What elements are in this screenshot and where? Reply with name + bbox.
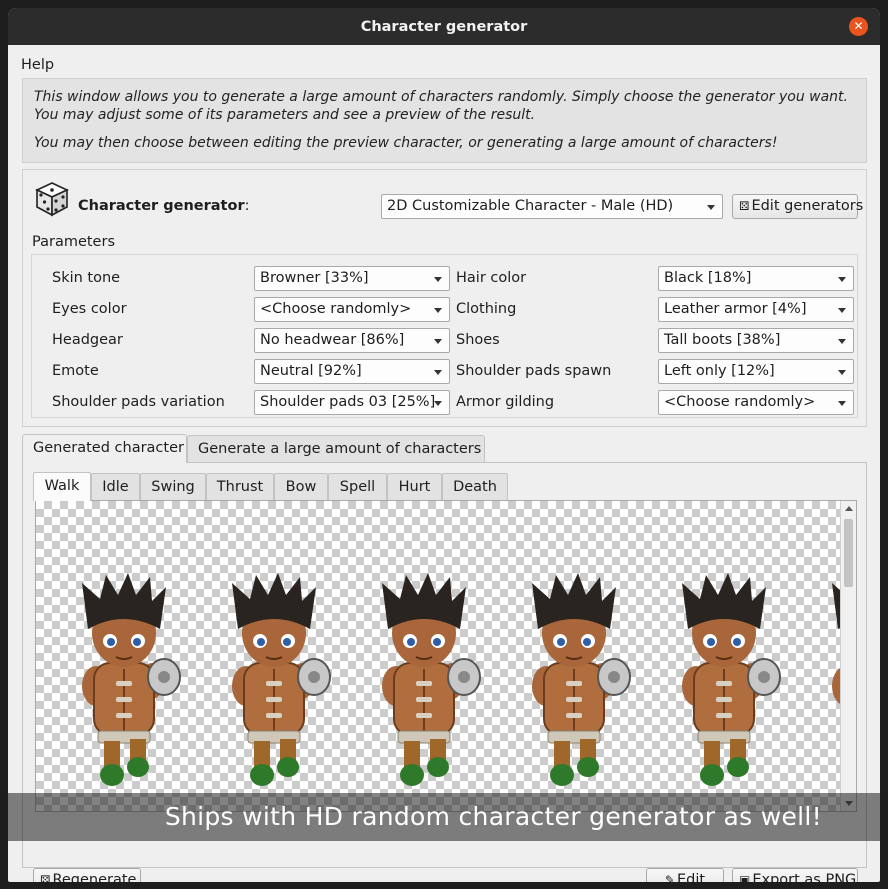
parameters-title: Parameters: [32, 234, 115, 250]
param-select[interactable]: Left only [12%]: [658, 359, 854, 384]
generator-select[interactable]: 2D Customizable Character - Male (HD): [381, 194, 723, 219]
promo-caption: Ships with HD random character generator…: [0, 793, 888, 841]
tab-hurt[interactable]: Hurt: [387, 473, 442, 500]
dice-icon: ⚄: [739, 199, 750, 213]
param-select[interactable]: Leather armor [4%]: [658, 297, 854, 322]
edit-generators-button[interactable]: ⚄ Edit generators: [732, 194, 863, 219]
pencil-icon: ✎: [664, 873, 675, 882]
save-icon: ▣: [739, 873, 751, 882]
info-text-1: This window allows you to generate a lar…: [34, 89, 848, 123]
param-label: Headgear: [52, 332, 123, 348]
tab-idle[interactable]: Idle: [91, 473, 140, 500]
param-select[interactable]: Neutral [92%]: [254, 359, 450, 384]
close-icon[interactable]: ✕: [849, 17, 868, 36]
param-select[interactable]: Shoulder pads 03 [25%]: [254, 390, 450, 415]
character-generator-window: Character generator ✕ Help This window a…: [8, 8, 880, 882]
scroll-up-icon[interactable]: [845, 506, 853, 511]
preview-scrollbar[interactable]: [840, 501, 856, 811]
param-label: Clothing: [456, 301, 517, 317]
sprite-frame: [654, 571, 794, 801]
tab-swing[interactable]: Swing: [140, 473, 206, 500]
regenerate-button[interactable]: ⚄ Regenerate: [33, 868, 141, 882]
param-label: Hair color: [456, 270, 527, 286]
title-bar: Character generator ✕: [8, 8, 880, 45]
param-label: Skin tone: [52, 270, 121, 286]
param-label: Shoulder pads variation: [52, 394, 225, 410]
param-select[interactable]: Browner [33%]: [254, 266, 450, 291]
param-label: Armor gilding: [456, 394, 555, 410]
param-select[interactable]: No headwear [86%]: [254, 328, 450, 353]
tab-generate-many[interactable]: Generate a large amount of characters: [187, 435, 485, 462]
dice-icon: [35, 182, 69, 217]
param-label: Shoes: [456, 332, 500, 348]
tab-generated-character[interactable]: Generated character: [22, 434, 187, 463]
export-png-button[interactable]: ▣ Export as PNG: [732, 868, 858, 882]
param-label: Eyes color: [52, 301, 127, 317]
tab-walk[interactable]: Walk: [33, 472, 91, 501]
edit-button[interactable]: ✎ Edit: [646, 868, 724, 882]
menu-help[interactable]: Help: [21, 57, 54, 73]
sprite-frame: [504, 571, 644, 801]
sprite-preview: [35, 500, 857, 812]
window-title: Character generator: [360, 18, 528, 35]
sprite-frame: [54, 571, 194, 801]
tab-thrust[interactable]: Thrust: [206, 473, 274, 500]
dice-icon: ⚄: [40, 873, 51, 882]
info-text-2: You may then choose between editing the …: [34, 135, 778, 151]
generator-label: Character generator:: [78, 198, 250, 214]
param-select[interactable]: Black [18%]: [658, 266, 854, 291]
param-select[interactable]: <Choose randomly>: [658, 390, 854, 415]
generator-group: Character generator: 2D Customizable Cha…: [22, 169, 867, 427]
param-select[interactable]: Tall boots [38%]: [658, 328, 854, 353]
param-label: Emote: [52, 363, 99, 379]
param-label: Shoulder pads spawn: [456, 363, 612, 379]
tab-death[interactable]: Death: [442, 473, 508, 500]
scroll-thumb[interactable]: [844, 519, 853, 587]
info-box: This window allows you to generate a lar…: [22, 78, 867, 163]
parameters-box: Skin tone Browner [33%] Eyes color <Choo…: [31, 254, 858, 418]
sprite-frame: [204, 571, 344, 801]
tab-bow[interactable]: Bow: [274, 473, 328, 500]
tab-spell[interactable]: Spell: [328, 473, 387, 500]
sprite-frame: [354, 571, 494, 801]
param-select[interactable]: <Choose randomly>: [254, 297, 450, 322]
